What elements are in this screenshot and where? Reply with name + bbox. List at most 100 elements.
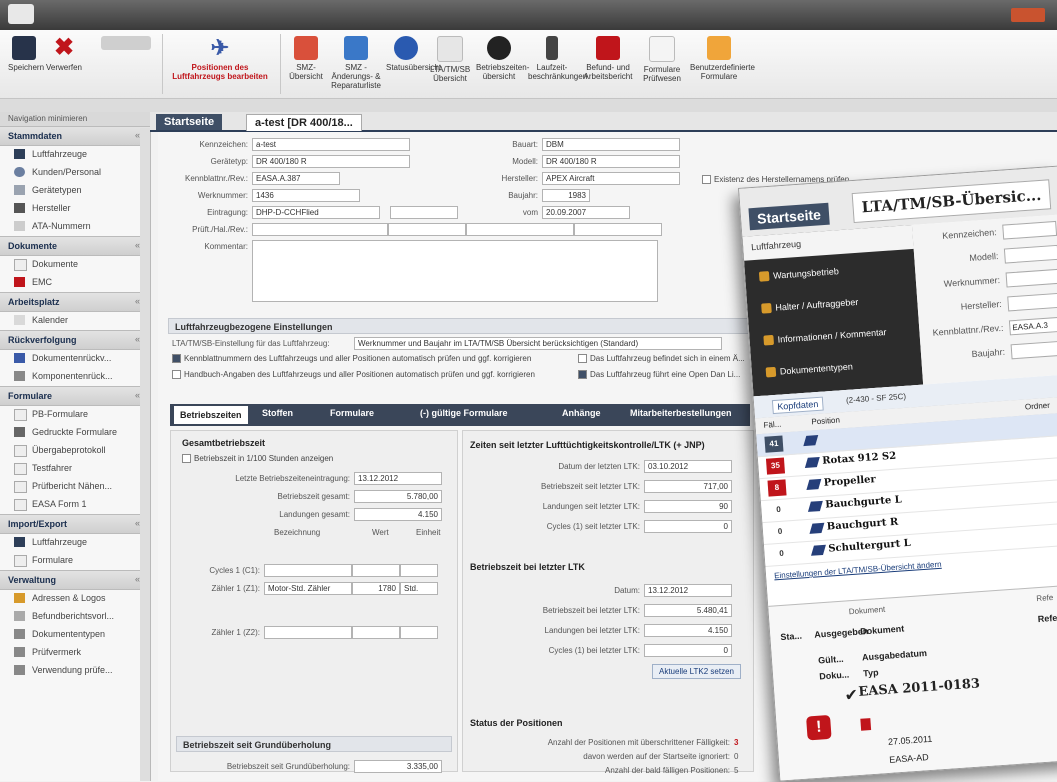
zaehler1-name-field[interactable]: Motor-Std. Zähler: [264, 582, 352, 595]
custom-forms-button[interactable]: Benutzerdefinierte Formulare: [690, 36, 755, 81]
sidebar-item-adressen[interactable]: Adressen & Logos: [0, 590, 150, 608]
tab-a-test[interactable]: a-test [DR 400/18...: [246, 114, 362, 131]
col-typ[interactable]: Typ: [863, 667, 879, 678]
overlay-nav-info[interactable]: Informationen / Kommentar: [759, 319, 910, 351]
overlay-nav-halter[interactable]: Halter / Auftraggeber: [757, 287, 908, 319]
col-ausgegeben[interactable]: Ausgegeben: [814, 626, 869, 640]
letzte-field[interactable]: 13.12.2012: [354, 472, 442, 485]
sidebar-item-komprueck[interactable]: Komponentenrück...: [0, 368, 150, 386]
lta-overview-button[interactable]: LTA/TM/SB Übersicht: [430, 36, 470, 83]
eintragung-field[interactable]: DHP-D-CCHFlied: [252, 206, 380, 219]
overlay-nav-wartung[interactable]: Wartungsbetrieb: [754, 256, 905, 288]
sidebar-item-easa[interactable]: EASA Form 1: [0, 496, 150, 514]
overlay-baujahr-field[interactable]: [1010, 340, 1057, 360]
zaehler1-value-field[interactable]: 1780: [352, 582, 400, 595]
sidebar-item-luftfahrzeuge[interactable]: Luftfahrzeuge: [0, 146, 150, 164]
sidebar-group-stammdaten[interactable]: Stammdaten: [0, 126, 150, 146]
geraetetyp-field[interactable]: DR 400/180 R: [252, 155, 410, 168]
sidebar-group-verwaltung[interactable]: Verwaltung: [0, 570, 150, 590]
gesamt-field[interactable]: 5.780,00: [354, 490, 442, 503]
eintragung-nr-field[interactable]: [390, 206, 458, 219]
check-handbuch[interactable]: Handbuch-Angaben des Luftfahrzeugs und a…: [172, 370, 535, 379]
check-kennblatt[interactable]: Kennblattnummern des Luftfahrzeugs und a…: [172, 354, 531, 363]
sidebar-item-geraetetypen[interactable]: Gerätetypen: [0, 182, 150, 200]
window-controls[interactable]: [1011, 8, 1045, 22]
prueft-field-3[interactable]: [466, 223, 574, 236]
tab-stoffen[interactable]: Stoffen: [262, 408, 293, 418]
col-fal[interactable]: Fäl...: [763, 420, 781, 430]
ltk-cycles-field[interactable]: 0: [644, 520, 732, 533]
kennblatt-field[interactable]: EASA.A.387: [252, 172, 340, 185]
sidebar-item-emc[interactable]: EMC: [0, 274, 150, 292]
tab-gueltige-formulare[interactable]: (-) gültige Formulare: [420, 408, 508, 418]
extra-buttons[interactable]: [96, 36, 156, 53]
sidebar-item-pruefbericht[interactable]: Prüfbericht Nähen...: [0, 478, 150, 496]
prueft-field-2[interactable]: [388, 223, 466, 236]
tab-startseite[interactable]: Startseite: [156, 114, 223, 130]
sidebar-group-rueckverfolgung[interactable]: Rückverfolgung: [0, 330, 150, 350]
sidebar-item-gedruckt[interactable]: Gedruckte Formulare: [0, 424, 150, 442]
tab-mitarbeiter[interactable]: Mitarbeiterbestellungen: [630, 408, 732, 418]
sidebar-group-formulare[interactable]: Formulare: [0, 386, 150, 406]
sidebar-item-dokrueck[interactable]: Dokumentenrückv...: [0, 350, 150, 368]
zaehler2-unit-field[interactable]: [400, 626, 438, 639]
sidebar-minimize[interactable]: Navigation minimieren: [0, 112, 150, 126]
tab-anhaenge[interactable]: Anhänge: [562, 408, 601, 418]
doc-title[interactable]: EASA 2011-0183: [858, 676, 981, 699]
ltk-time-field[interactable]: 717,00: [644, 480, 732, 493]
col-refe-dok[interactable]: Refe Dok: [1037, 611, 1057, 624]
sidebar-scrollbar[interactable]: [140, 128, 150, 781]
set-ltk-button[interactable]: Aktuelle LTK2 setzen: [652, 664, 742, 679]
overlay-kennblatt-field[interactable]: EASA.A.3: [1008, 316, 1057, 336]
col-position[interactable]: Position: [811, 415, 840, 426]
smz-changes-button[interactable]: SMZ - Änderungs- & Reparaturliste: [330, 36, 382, 90]
smz-overview-button[interactable]: SMZ-Übersicht: [286, 36, 326, 81]
sidebar-item-import-form[interactable]: Formulare: [0, 552, 150, 570]
zaehler1-unit-field[interactable]: Std.: [400, 582, 438, 595]
tab-betriebszeiten[interactable]: Betriebszeiten: [174, 406, 248, 424]
kennzeichen-field[interactable]: a-test: [252, 138, 410, 151]
overlay-modell-field[interactable]: [1003, 244, 1057, 264]
zaehler2-value-field[interactable]: [352, 626, 400, 639]
prueft-field-4[interactable]: [574, 223, 662, 236]
ltk-datum-field[interactable]: 13.12.2012: [644, 584, 732, 597]
kommentar-field[interactable]: [252, 240, 658, 302]
sidebar-item-pruefvermerk[interactable]: Prüfvermerk: [0, 644, 150, 662]
check-1100[interactable]: Betriebszeit in 1/100 Stunden anzeigen: [182, 454, 333, 463]
ltk-date-field[interactable]: 03.10.2012: [644, 460, 732, 473]
cycles-value-field[interactable]: [352, 564, 400, 577]
cycles-name-field[interactable]: [264, 564, 352, 577]
status-overview-button[interactable]: Statusübersicht: [386, 36, 441, 72]
sidebar-group-import[interactable]: Import/Export: [0, 514, 150, 534]
col-gueltig[interactable]: Gült...: [818, 654, 844, 666]
operating-times-button[interactable]: Betriebszeiten-übersicht: [476, 36, 529, 81]
runtime-limits-button[interactable]: Laufzeit-beschränkungen: [528, 36, 587, 81]
sidebar-item-doktypen[interactable]: Dokumententypen: [0, 626, 150, 644]
pdf-icon[interactable]: [860, 718, 872, 731]
col-doku[interactable]: Doku...: [819, 669, 850, 681]
ltk-bz-field[interactable]: 5.480,41: [644, 604, 732, 617]
overlay-tab-startseite[interactable]: Startseite: [748, 202, 830, 231]
inspection-forms-button[interactable]: Formulare Prüfwesen: [640, 36, 684, 83]
werknummer-field[interactable]: 1436: [252, 189, 360, 202]
zaehler2-name-field[interactable]: [264, 626, 352, 639]
modell-field[interactable]: DR 400/180 R: [542, 155, 680, 168]
check-aenderung[interactable]: Das Luftfahrzeug befindet sich in einem …: [578, 354, 745, 363]
prueft-field-1[interactable]: [252, 223, 388, 236]
bauart-field[interactable]: DBM: [542, 138, 680, 151]
overlay-kennzeichen-field[interactable]: [1002, 220, 1057, 240]
grund-field[interactable]: 3.335,00: [354, 760, 442, 773]
overlay-hersteller-field[interactable]: [1007, 292, 1057, 312]
settings-select[interactable]: Werknummer und Baujahr im LTA/TM/SB Über…: [354, 337, 722, 350]
sidebar-item-dokumente[interactable]: Dokumente: [0, 256, 150, 274]
sidebar-item-befund[interactable]: Befundberichtsvorl...: [0, 608, 150, 626]
sidebar-group-arbeitsplatz[interactable]: Arbeitsplatz: [0, 292, 150, 312]
sidebar-item-pb[interactable]: PB-Formulare: [0, 406, 150, 424]
baujahr-field[interactable]: 1983: [542, 189, 590, 202]
col-ordner[interactable]: Ordner: [1025, 401, 1050, 412]
ltk-c-field[interactable]: 0: [644, 644, 732, 657]
cycles-unit-field[interactable]: [400, 564, 438, 577]
sidebar-item-kalender[interactable]: Kalender: [0, 312, 150, 330]
edit-positions-button[interactable]: ✈ Positionen des Luftfahrzeugs bearbeite…: [168, 36, 272, 82]
col-dokument[interactable]: Dokument: [860, 623, 905, 636]
